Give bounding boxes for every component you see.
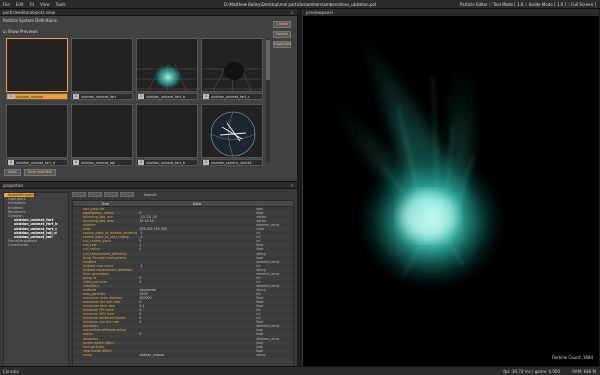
preview-tile[interactable]: 1 ukddan_unbeat_fart_d [6,104,68,166]
remove-button[interactable] [88,192,102,197]
particle-count: Particle Count: 1684 [552,355,593,360]
delete-button[interactable]: Delete [273,31,291,38]
move-down-button[interactable] [120,192,134,197]
preview-label: ukddan_unbeat_fart_b [146,160,186,165]
preview-tile[interactable]: 1 ukddan_unbeat_fart_b [136,38,198,100]
table-row[interactable]: name ukddan_unbeat string [73,352,293,357]
property-tree: SystemProperties Operators Initializers Emi… [3,192,69,372]
menu-file[interactable]: File [0,2,13,7]
property-name: name [82,352,92,357]
previews-panel: particleeditorobjeckt.view × Particle Sy… [0,9,297,179]
sphere-preview-image [210,111,256,157]
preview-label: ukddan_unbeat_fart [81,94,117,99]
preview-tile[interactable]: 1 ukddan_unbeat_fart [71,38,133,100]
previews-header-title: particleeditorobjeckt.view [3,9,55,15]
particle-effect-render[interactable] [303,16,600,366]
table-body: sort_particles bool aggregation_radius 0 flo… [73,207,293,357]
preview-count: 1 [8,94,14,99]
create-button[interactable]: Create [273,21,291,28]
grid-preview-image [137,63,197,91]
preview-tile[interactable]: 1 ukddan_unbeat_tail [71,104,133,166]
show-previews-label: Show Previews [7,29,38,34]
close-icon[interactable]: × [291,10,294,15]
row-expander[interactable] [73,353,83,357]
search-label: Search: [144,192,158,197]
menu-fit[interactable]: Fit [26,2,37,7]
preview-thumbnail[interactable] [6,104,68,158]
preview-scrollbar[interactable] [266,38,270,163]
preview-caption: 1 ukddan_unbeat_fart_b [136,159,198,166]
editor-mode: Particle Editor :: Tool Mode [ 1.0 :: In… [459,2,596,7]
preview-caption: 1 ukddan_spheric_stackk [201,159,263,166]
preview-thumbnail[interactable] [71,104,133,158]
save-button[interactable]: Save [4,169,21,176]
show-previews-toggle[interactable]: ☑ Show Previews [3,29,38,34]
viewport-header: previewpanel [303,9,599,16]
column-type[interactable] [256,201,293,206]
ram-readout: RAM: 646 M [572,368,596,374]
preview-label: ukddan_unbeat_fart_d [16,160,56,165]
properties-table: Tree Data sort_particles bool aggregation_… [72,200,294,372]
preview-caption: 1 ukddan_unbeat [6,93,68,100]
column-tree[interactable]: Tree [73,201,137,206]
preview-thumbnail[interactable] [201,104,263,158]
preview-tile[interactable]: 1 ukddan_spheric_stackk [201,104,263,166]
preview-label: ukddan_unbeat [16,94,44,99]
scrollbar-thumb[interactable] [266,40,270,80]
properties-header-title: properties [3,182,24,188]
preview-thumbnail[interactable] [136,104,198,158]
preview-thumbnail[interactable] [136,38,198,92]
preview-tile[interactable]: 1 ukddan_unbeat_fart_c [201,38,263,100]
preview-count: 1 [8,160,14,165]
tree-item[interactable]: Constraints [4,243,68,247]
properties-toolbar: Search: [72,191,294,198]
column-data[interactable]: Data [137,201,256,206]
fps-readout: fps: 30.74 ms / game: 0.000 [503,368,560,374]
menu-edit[interactable]: Edit [13,2,27,7]
preview-caption: 1 ukddan_unbeat_fart_d [6,159,68,166]
preview-bottom-buttons: Save Save and Test [4,169,56,176]
move-up-button[interactable] [104,192,118,197]
preview-count: 1 [138,94,144,99]
side-buttons: Create Delete Duplicate [273,21,293,51]
properties-header: properties × [0,182,297,189]
preview-caption: 1 ukddan_unbeat_fart_b [136,93,198,100]
menu-tools[interactable]: Tools [53,2,69,7]
save-and-test-button[interactable]: Save and Test [23,169,56,176]
preview-viewport[interactable]: previewpanel Particle Count: 1684 [302,9,599,366]
preview-thumbnail[interactable] [6,38,68,92]
checkbox-icon[interactable]: ☑ [3,29,7,34]
previews-header: particleeditorobjeckt.view × [0,9,297,16]
preview-thumbnail[interactable] [71,38,133,92]
duplicate-button[interactable]: Duplicate [273,41,291,48]
preview-caption: 1 ukddan_unbeat_tail [71,159,133,166]
grid-preview-image [202,62,262,91]
preview-tile[interactable]: 1 ukddan_unbeat_fart_b [136,104,198,166]
add-button[interactable] [72,192,86,197]
preview-thumbnail[interactable] [201,38,263,92]
preview-count: 1 [203,160,209,165]
preview-caption: 1 ukddan_unbeat_fart_c [201,93,263,100]
property-value[interactable]: ukddan_unbeat [137,353,256,357]
preview-count: 1 [73,160,79,165]
preview-label: ukddan_unbeat_tail [81,160,116,165]
menu-bar: File Edit Fit View Tools D:\Matthew Bail… [0,0,600,9]
preview-label: ukddan_unbeat_fart_b [146,94,186,99]
preview-count: 1 [73,94,79,99]
preview-tile[interactable]: 1 ukddan_unbeat [6,38,68,100]
console-tab[interactable]: Console [3,369,19,374]
status-bar: Console fps: 30.74 ms / game: 0.000 RAM:… [0,366,600,375]
definitions-label: Particle System Definitions: [3,18,59,23]
left-pane: particleeditorobjeckt.view × Particle Sy… [0,9,297,373]
preview-count: 1 [138,160,144,165]
menu-view[interactable]: View [37,2,53,7]
preview-label: ukddan_unbeat_fart_c [211,94,250,99]
properties-panel: properties × SystemProperties Operators In… [0,181,297,373]
preview-caption: 1 ukddan_unbeat_fart [71,93,133,100]
close-icon[interactable]: × [291,183,294,188]
property-type: string [256,352,266,357]
preview-label: ukddan_spheric_stackk [211,160,252,165]
preview-count: 1 [203,94,209,99]
